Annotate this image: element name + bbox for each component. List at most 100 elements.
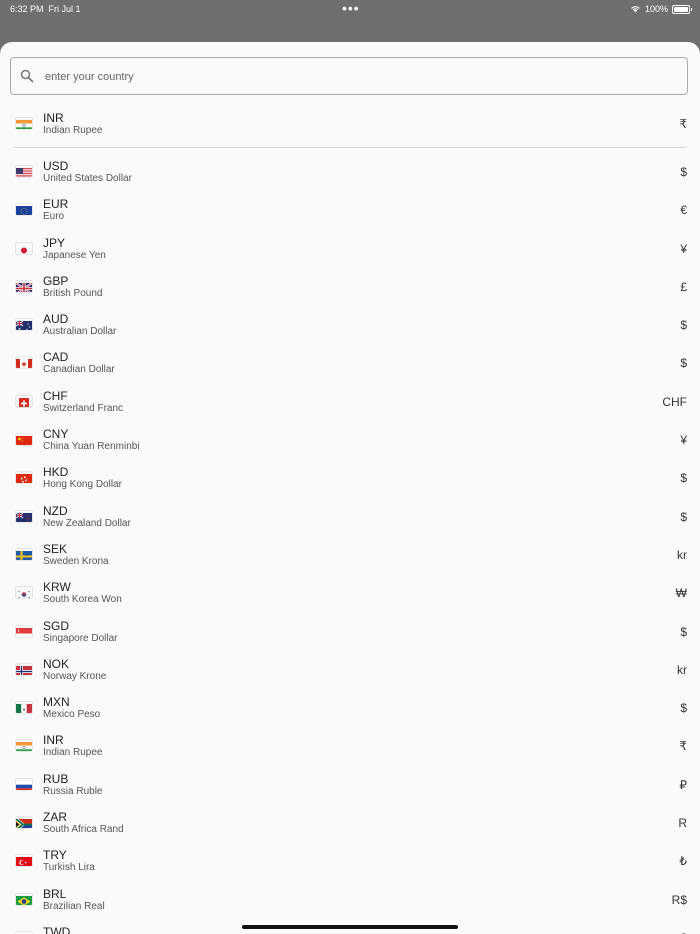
currency-name: Brazilian Real [43, 900, 105, 912]
currency-code: MXN [43, 695, 70, 710]
currency-row[interactable]: JPY Japanese Yen ¥ [0, 230, 700, 268]
south-korea-flag-icon [16, 587, 32, 599]
switzerland-flag-icon [16, 396, 32, 407]
currency-code: SGD [43, 618, 70, 633]
currency-symbol: $ [680, 701, 687, 716]
currency-symbol: ₽ [679, 777, 687, 792]
currency-row[interactable]: KRW South Korea Won ₩ [0, 574, 700, 612]
currency-symbol: $ [680, 509, 687, 524]
currency-row[interactable]: SGD Singapore Dollar $ [0, 613, 700, 651]
currency-row[interactable]: CHF Switzerland Franc CHF [0, 383, 700, 421]
currency-code: SEK [43, 541, 68, 556]
currency-symbol: ¥ [680, 241, 687, 256]
currency-row[interactable]: USD United States Dollar $ [0, 153, 700, 191]
currency-code: NZD [43, 503, 68, 518]
currency-name: Australian Dollar [43, 326, 117, 338]
currency-name: Turkish Lira [43, 862, 95, 874]
status-time: 6:32 PM Fri Jul 1 [10, 4, 81, 14]
currency-row[interactable]: GBP British Pound £ [0, 268, 700, 306]
currency-code: NOK [43, 656, 70, 671]
search-input[interactable] [43, 64, 667, 90]
currency-row[interactable]: TRY Turkish Lira ₺ [0, 842, 700, 880]
divider [14, 147, 686, 148]
currency-code: INR [43, 111, 64, 125]
currency-code: INR [43, 733, 64, 748]
currency-name: Indian Rupee [43, 747, 103, 759]
norway-flag-icon [16, 664, 32, 675]
currency-symbol: $ [680, 624, 687, 639]
home-indicator[interactable] [242, 925, 458, 929]
currency-code: TRY [43, 848, 67, 863]
currency-symbol: $ [680, 165, 687, 179]
china-flag-icon [16, 434, 32, 446]
currency-row[interactable]: NOK Norway Krone kr [0, 651, 700, 689]
currency-symbol: ¥ [680, 433, 687, 448]
currency-code: HKD [43, 465, 69, 480]
india-flag-icon [16, 118, 32, 129]
currency-symbol: ₹ [679, 117, 687, 131]
currency-code: JPY [43, 235, 66, 250]
currency-row[interactable]: NZD New Zealand Dollar $ [0, 498, 700, 536]
india-flag-icon [16, 740, 32, 752]
currency-code: BRL [43, 886, 67, 901]
currency-symbol: ₺ [679, 854, 687, 869]
currency-row[interactable]: INR Indian Rupee ₹ [0, 105, 700, 143]
brazil-flag-icon [16, 894, 32, 905]
turkey-flag-icon [16, 855, 32, 867]
currency-row[interactable]: CNY China Yuan Renminbi ¥ [0, 421, 700, 459]
battery-percent: 100% [644, 4, 668, 14]
currency-symbol: € [680, 203, 687, 218]
currency-row[interactable]: HKD Hong Kong Dollar $ [0, 459, 700, 497]
currency-symbol: kr [677, 662, 687, 677]
currency-name: British Pound [43, 287, 103, 299]
currency-name: Mexico Peso [43, 709, 101, 721]
status-time-text: 6:32 PM [10, 4, 44, 14]
currency-code: RUB [43, 771, 69, 786]
australia-flag-icon [16, 319, 32, 331]
mexico-flag-icon [16, 702, 32, 714]
currency-name: Canadian Dollar [43, 364, 115, 376]
south-africa-flag-icon [16, 817, 32, 829]
status-date-text: Fri Jul 1 [48, 4, 81, 14]
eu-flag-icon [16, 204, 32, 216]
currency-symbol: $ [680, 471, 687, 486]
currency-row[interactable]: EUR Euro € [0, 191, 700, 229]
multitasking-dots-icon[interactable]: ••• [342, 0, 360, 16]
currency-code: AUD [43, 312, 69, 327]
currency-name: Japanese Yen [43, 249, 106, 261]
currency-row[interactable]: RUB Russia Ruble ₽ [0, 766, 700, 804]
canada-flag-icon [16, 357, 32, 369]
currency-symbol: ₩ [675, 586, 687, 601]
currency-name: Sweden Krona [43, 555, 109, 567]
currency-row[interactable]: CAD Canadian Dollar $ [0, 344, 700, 382]
currency-code: CHF [43, 388, 68, 403]
currency-name: Russia Ruble [43, 785, 103, 797]
currency-row[interactable]: MXN Mexico Peso $ [0, 689, 700, 727]
search-field[interactable] [10, 57, 688, 95]
currency-symbol: £ [680, 279, 687, 294]
currency-symbol: $ [680, 318, 687, 333]
currency-code: GBP [43, 273, 69, 288]
currency-row[interactable]: ZAR South Africa Rand R [0, 804, 700, 842]
currency-code: TWD [43, 924, 71, 934]
currency-code: KRW [43, 580, 71, 595]
currency-row[interactable]: AUD Australian Dollar $ [0, 306, 700, 344]
pinned-currency: INR Indian Rupee ₹ [0, 105, 700, 143]
currency-name: Hong Kong Dollar [43, 479, 122, 491]
currency-symbol: R$ [671, 892, 687, 907]
currency-code: CAD [43, 350, 69, 365]
new-zealand-flag-icon [16, 511, 32, 522]
search-icon [20, 69, 34, 83]
singapore-flag-icon [16, 626, 32, 637]
currency-row[interactable]: INR Indian Rupee ₹ [0, 727, 700, 765]
currency-symbol: CHF [662, 394, 687, 409]
currency-list: USD United States Dollar $ EUR Euro € JPY Japan… [0, 153, 700, 934]
currency-row[interactable]: BRL Brazilian Real R$ [0, 881, 700, 919]
hong-kong-flag-icon [16, 472, 32, 484]
currency-row[interactable]: SEK Sweden Krona kr [0, 536, 700, 574]
currency-symbol: ₹ [679, 739, 687, 754]
japan-flag-icon [16, 243, 32, 254]
uk-flag-icon [16, 281, 32, 292]
wifi-icon [631, 6, 640, 13]
currency-name: New Zealand Dollar [43, 517, 131, 529]
